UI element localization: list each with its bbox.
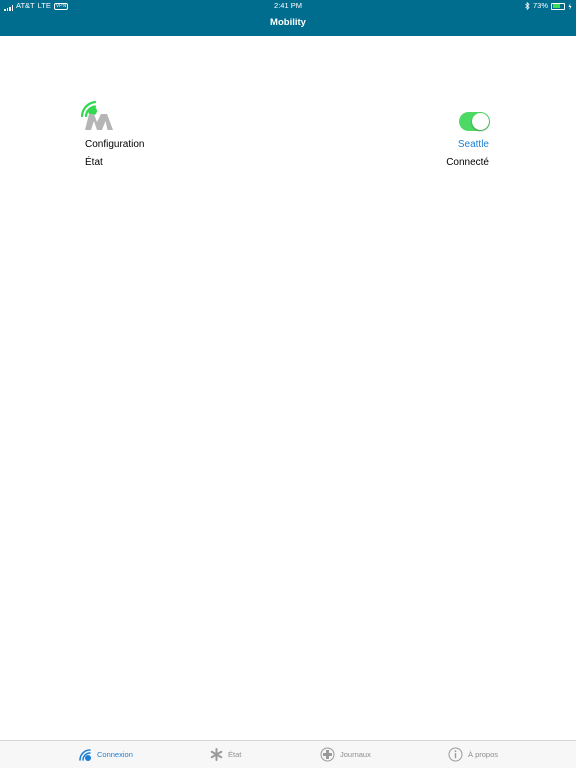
bluetooth-icon [525, 2, 530, 10]
status-bar: AT&T LTE VPN 2:41 PM 73% [0, 0, 576, 12]
info-icon [448, 747, 463, 762]
state-label: État [85, 157, 103, 168]
tab-etat-label: État [228, 750, 242, 759]
configuration-label: Configuration [85, 139, 145, 150]
configuration-value[interactable]: Seattle [458, 139, 489, 150]
plus-circle-icon [320, 747, 335, 762]
asterisk-icon [210, 748, 223, 761]
connection-toggle[interactable] [459, 112, 490, 131]
mobility-logo-icon [80, 100, 113, 130]
connexion-icon [79, 748, 91, 761]
toggle-knob [472, 113, 489, 130]
tab-journaux[interactable]: Journaux [320, 741, 371, 768]
tab-bar: Connexion État Journaux À propos [0, 740, 576, 768]
tab-apropos[interactable]: À propos [448, 741, 498, 768]
battery-fill [552, 4, 560, 8]
tab-apropos-label: À propos [468, 750, 499, 759]
tab-connexion[interactable]: Connexion [78, 741, 133, 768]
status-time: 2:41 PM [274, 1, 302, 10]
tab-connexion-label: Connexion [97, 750, 133, 759]
nav-title: Mobility [270, 17, 306, 28]
battery-icon [551, 2, 565, 10]
battery-percent: 73% [532, 1, 548, 10]
charging-icon [568, 2, 572, 10]
status-right: 73% [525, 0, 572, 12]
header-bar: AT&T LTE VPN 2:41 PM 73% Mobility [0, 0, 576, 36]
tab-etat[interactable]: État [210, 741, 241, 768]
state-value: Connecté [446, 157, 489, 168]
tab-journaux-label: Journaux [340, 750, 371, 759]
